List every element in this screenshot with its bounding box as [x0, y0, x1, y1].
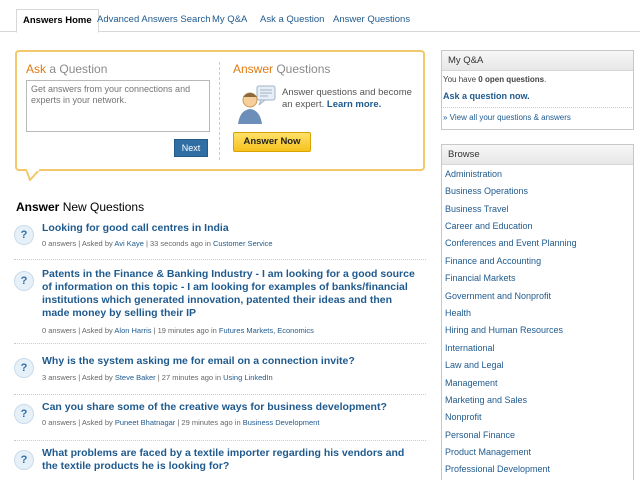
tab-ask-a-question[interactable]: Ask a Question: [254, 10, 330, 32]
answer-count: 0 answers | Asked by: [42, 326, 115, 335]
browse-item[interactable]: Law and Legal: [445, 360, 504, 370]
answer-count: 0 answers | Asked by: [42, 418, 115, 427]
panel-divider: [219, 62, 220, 160]
browse-item[interactable]: Management: [445, 378, 498, 388]
questions-heading: Answer New Questions: [16, 200, 144, 214]
question-mark-icon: ?: [14, 404, 34, 424]
tab-advanced-answers-search[interactable]: Advanced Answers Search: [91, 10, 217, 32]
tab-answer-questions[interactable]: Answer Questions: [327, 10, 416, 32]
browse-item[interactable]: Conferences and Event Planning: [445, 238, 577, 248]
answer-title-rest: Questions: [273, 62, 331, 76]
browse-item[interactable]: Professional Development: [445, 464, 550, 474]
browse-item[interactable]: Product Management: [445, 447, 531, 457]
category-link[interactable]: Business Development: [243, 418, 320, 427]
ask-title-accent: Ask: [26, 62, 47, 76]
answer-count: 0 answers | Asked by: [42, 239, 115, 248]
open-questions-status: You have 0 open questions.: [443, 75, 546, 84]
question-time: | 27 minutes ago in: [155, 373, 224, 382]
browse-item[interactable]: Nonprofit: [445, 412, 482, 422]
answer-section-title: Answer Questions: [233, 62, 330, 76]
question-meta: 0 answers | Asked by Avi Kaye | 33 secon…: [42, 239, 273, 248]
browse-item[interactable]: Financial Markets: [445, 273, 516, 283]
category-link[interactable]: Futures Markets, Economics: [219, 326, 314, 335]
question-mark-icon: ?: [14, 358, 34, 378]
status-suffix: .: [544, 75, 547, 84]
open-question-count: 0 open questions: [478, 75, 545, 84]
question-meta: 0 answers | Asked by Alon Harris | 19 mi…: [42, 326, 314, 335]
question-item: ? Why is the system asking me for email …: [14, 355, 426, 395]
browse-item[interactable]: Finance and Accounting: [445, 256, 541, 266]
browse-item[interactable]: Career and Education: [445, 221, 533, 231]
question-time: | 33 seconds ago in: [143, 239, 213, 248]
ask-question-now-link[interactable]: Ask a question now.: [443, 91, 530, 101]
question-item: ? What problems are faced by a textile i…: [14, 447, 426, 480]
question-item: ? Looking for good call centres in India…: [14, 222, 426, 260]
answer-title-accent: Answer: [233, 62, 274, 76]
question-meta: 3 answers | Asked by Steve Baker | 27 mi…: [42, 373, 273, 382]
browse-item[interactable]: Government and Nonprofit: [445, 291, 551, 301]
browse-item[interactable]: Health: [445, 308, 471, 318]
questions-heading-rest: New Questions: [59, 200, 145, 214]
ask-question-input[interactable]: [26, 80, 210, 132]
ask-answer-panel: Ask a Question Next Answer Questions Ans…: [15, 50, 425, 171]
question-mark-icon: ?: [14, 271, 34, 291]
person-speech-icon: [238, 85, 276, 124]
my-qa-title: My Q&A: [442, 51, 633, 71]
tab-my-qa[interactable]: My Q&A: [206, 10, 253, 32]
question-time: | 29 minutes ago in: [175, 418, 243, 427]
category-link[interactable]: Customer Service: [213, 239, 273, 248]
author-link[interactable]: Steve Baker: [115, 373, 156, 382]
question-mark-icon: ?: [14, 450, 34, 470]
question-title-link[interactable]: Can you share some of the creative ways …: [42, 401, 422, 414]
browse-item[interactable]: Hiring and Human Resources: [445, 325, 563, 335]
author-link[interactable]: Puneet Bhatnagar: [115, 418, 175, 427]
author-link[interactable]: Avi Kaye: [114, 239, 143, 248]
browse-item[interactable]: Marketing and Sales: [445, 395, 527, 405]
divider: [443, 107, 632, 108]
question-title-link[interactable]: What problems are faced by a textile imp…: [42, 447, 422, 473]
questions-heading-bold: Answer: [16, 200, 60, 214]
browse-title: Browse: [442, 145, 633, 165]
question-mark-icon: ?: [14, 225, 34, 245]
question-meta: 0 answers | Asked by Puneet Bhatnagar | …: [42, 418, 319, 427]
tab-bar: Answers Home Advanced Answers Search My …: [0, 0, 640, 33]
question-title-link[interactable]: Why is the system asking me for email on…: [42, 355, 422, 368]
question-title-link[interactable]: Looking for good call centres in India: [42, 222, 422, 235]
answer-now-button[interactable]: Answer Now: [233, 132, 311, 152]
question-item: ? Can you share some of the creative way…: [14, 401, 426, 441]
question-time: | 19 minutes ago in: [151, 326, 219, 335]
ask-title-rest: a Question: [46, 62, 108, 76]
answer-description: Answer questions and become an expert. L…: [282, 87, 412, 111]
view-all-qa-link[interactable]: » View all your questions & answers: [443, 113, 571, 122]
question-title-link[interactable]: Patents in the Finance & Banking Industr…: [42, 268, 422, 320]
browse-item[interactable]: International: [445, 343, 495, 353]
browse-item[interactable]: Personal Finance: [445, 430, 515, 440]
tab-answers-home[interactable]: Answers Home: [16, 9, 99, 33]
next-button[interactable]: Next: [174, 139, 208, 157]
ask-section-title: Ask a Question: [26, 62, 107, 76]
answer-count: 3 answers | Asked by: [42, 373, 115, 382]
panel-speech-tail: [25, 169, 41, 181]
browse-item[interactable]: Business Operations: [445, 186, 528, 196]
browse-item[interactable]: Business Travel: [445, 204, 509, 214]
category-link[interactable]: Using LinkedIn: [223, 373, 273, 382]
browse-item[interactable]: Administration: [445, 169, 502, 179]
status-prefix: You have: [443, 75, 479, 84]
question-item: ? Patents in the Finance & Banking Indus…: [14, 268, 426, 344]
learn-more-link[interactable]: Learn more.: [327, 99, 381, 110]
author-link[interactable]: Alon Harris: [114, 326, 151, 335]
